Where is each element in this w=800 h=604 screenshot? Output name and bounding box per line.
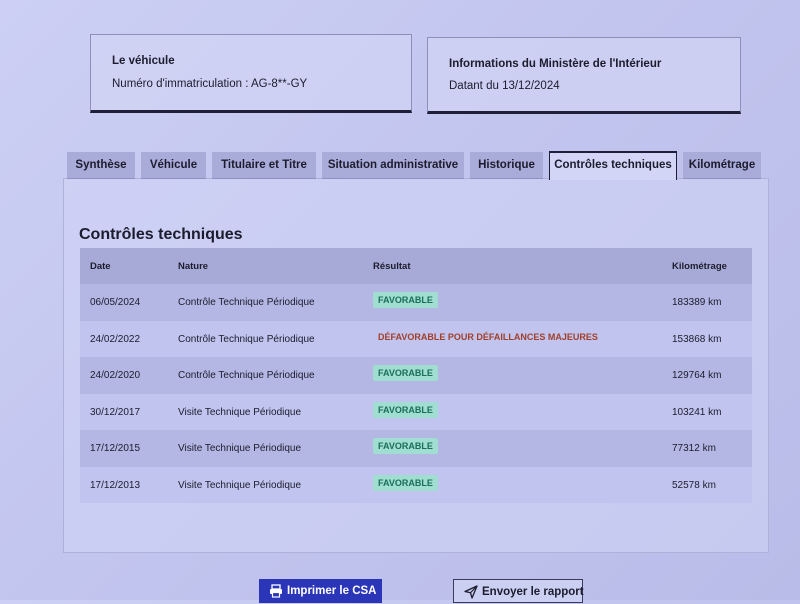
row-date: 30/12/2017 <box>90 406 141 418</box>
tab-vehicule[interactable]: Véhicule <box>141 152 206 179</box>
print-csa-button[interactable]: Imprimer le CSA <box>259 579 382 603</box>
tab-historique[interactable]: Historique <box>470 152 543 179</box>
row-mileage: 103241 km <box>672 406 722 418</box>
table-row: 17/12/2015 Visite Technique Périodique F… <box>80 430 752 467</box>
row-nature: Visite Technique Périodique <box>178 479 302 491</box>
status-badge-favorable: FAVORABLE <box>373 292 438 308</box>
row-mileage: 153868 km <box>672 333 722 345</box>
ministry-data-date: Datant du 13/12/2024 <box>449 80 560 92</box>
column-header-nature: Nature <box>178 261 209 272</box>
table-row: 24/02/2020 Contrôle Technique Périodique… <box>80 357 752 394</box>
column-header-result: Résultat <box>373 261 411 272</box>
row-mileage: 129764 km <box>672 370 722 381</box>
status-badge-favorable: FAVORABLE <box>373 438 438 454</box>
status-badge-unfavorable: DÉFAVORABLE POUR DÉFAILLANCES MAJEURES <box>378 331 598 342</box>
send-report-label: Envoyer le rapport <box>482 586 584 598</box>
table-row: 17/12/2013 Visite Technique Périodique F… <box>80 466 752 503</box>
registration-number: Numéro d'immatriculation : AG-8**-GY <box>112 78 308 90</box>
status-badge-favorable: FAVORABLE <box>373 401 438 418</box>
ministry-card-title: Informations du Ministère de l'Intérieur <box>449 58 662 70</box>
tab-kilometrage[interactable]: Kilométrage <box>683 152 761 179</box>
row-date: 24/02/2020 <box>90 370 141 381</box>
section-title: Contrôles techniques <box>79 226 243 243</box>
status-badge-favorable: FAVORABLE <box>373 474 438 491</box>
vehicle-card-title: Le véhicule <box>112 55 175 67</box>
ministry-card: Informations du Ministère de l'Intérieur… <box>427 37 741 114</box>
row-date: 06/05/2024 <box>90 297 141 308</box>
tab-titulaire-et-titre[interactable]: Titulaire et Titre <box>212 152 316 179</box>
row-mileage: 183389 km <box>672 297 722 308</box>
row-nature: Contrôle Technique Périodique <box>178 370 315 381</box>
row-nature: Contrôle Technique Périodique <box>178 297 315 308</box>
row-date: 17/12/2015 <box>90 443 141 454</box>
row-date: 24/02/2022 <box>90 333 141 345</box>
column-header-date: Date <box>90 261 111 272</box>
row-nature: Visite Technique Périodique <box>178 443 302 454</box>
vehicle-card: Le véhicule Numéro d'immatriculation : A… <box>90 34 412 113</box>
row-date: 17/12/2013 <box>90 479 141 491</box>
tab-synthese[interactable]: Synthèse <box>67 152 135 179</box>
row-nature: Visite Technique Périodique <box>178 406 302 418</box>
tab-situation-administrative[interactable]: Situation administrative <box>322 152 464 179</box>
table-row: 06/05/2024 Contrôle Technique Périodique… <box>80 284 752 321</box>
row-mileage: 52578 km <box>672 479 716 491</box>
status-badge-favorable: FAVORABLE <box>373 365 438 381</box>
table-header: Date Nature Résultat Kilométrage <box>80 248 752 284</box>
table-row: 24/02/2022 Contrôle Technique Périodique… <box>80 320 752 357</box>
send-report-button[interactable]: Envoyer le rapport <box>453 579 584 603</box>
send-icon <box>464 585 478 599</box>
tab-controles-techniques[interactable]: Contrôles techniques <box>549 151 677 180</box>
table-row: 30/12/2017 Visite Technique Périodique F… <box>80 393 752 430</box>
printer-icon <box>270 584 282 598</box>
print-csa-label: Imprimer le CSA <box>287 585 377 597</box>
column-header-mileage: Kilométrage <box>672 261 727 272</box>
row-nature: Contrôle Technique Périodique <box>178 333 315 345</box>
row-mileage: 77312 km <box>672 443 716 454</box>
inspections-table: Date Nature Résultat Kilométrage 06/05/2… <box>80 248 752 503</box>
